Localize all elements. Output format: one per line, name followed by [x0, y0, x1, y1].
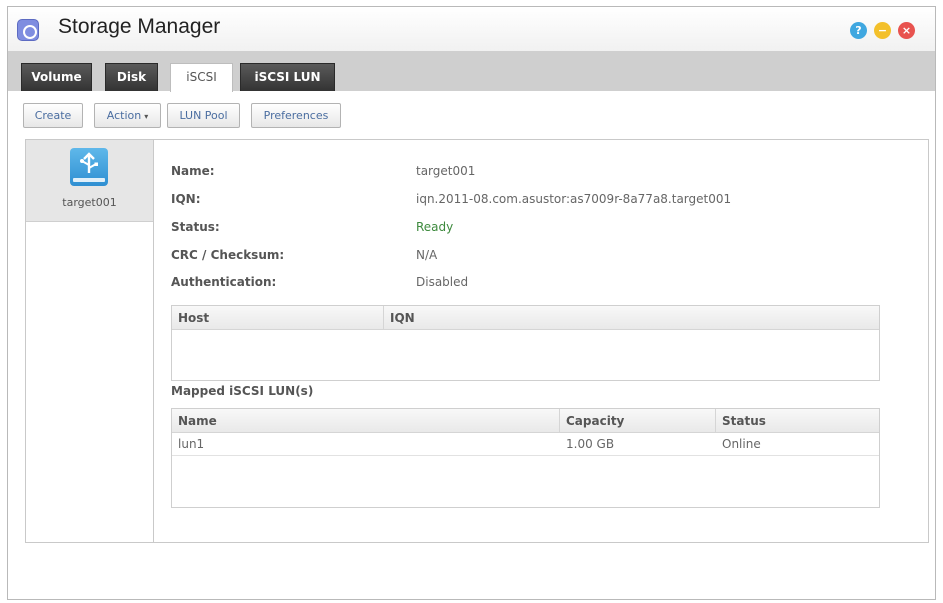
tab-disk[interactable]: Disk — [105, 63, 158, 91]
host-table[interactable]: Host IQN — [171, 305, 880, 381]
host-column-header[interactable]: Host — [172, 306, 384, 330]
tab-iscsi[interactable]: iSCSI — [170, 63, 233, 92]
lun-name-cell: lun1 — [178, 437, 205, 451]
storage-manager-app-icon — [17, 19, 39, 41]
table-row[interactable]: lun1 1.00 GB Online — [172, 433, 879, 456]
mapped-luns-table-header: Name Capacity Status — [172, 409, 879, 433]
target-details-panel: Name: target001 IQN: iqn.2011-08.com.asu… — [153, 139, 929, 543]
authentication-label: Authentication: — [171, 275, 277, 289]
window-title: Storage Manager — [58, 15, 221, 38]
tab-bar: Volume Disk iSCSI iSCSI LUN — [8, 51, 935, 92]
action-button-label: Action — [106, 109, 142, 122]
target-list: target001 — [25, 139, 153, 543]
tab-iscsi-lun[interactable]: iSCSI LUN — [240, 63, 335, 91]
crc-checksum-value: N/A — [416, 248, 438, 262]
help-icon[interactable]: ? — [850, 22, 867, 39]
lun-name-column-header[interactable]: Name — [172, 409, 560, 433]
close-icon[interactable]: × — [898, 22, 915, 39]
storage-manager-window: Storage Manager ? − × Volume Disk iSCSI … — [7, 6, 936, 600]
name-value: target001 — [416, 164, 476, 178]
chevron-down-icon: ▾ — [144, 112, 149, 121]
tab-volume[interactable]: Volume — [21, 63, 92, 91]
iqn-label: IQN: — [171, 192, 201, 206]
iqn-column-header[interactable]: IQN — [384, 306, 879, 330]
iqn-value: iqn.2011-08.com.asustor:as7009r-8a77a8.t… — [416, 192, 732, 206]
title-bar[interactable]: Storage Manager ? − × — [8, 7, 935, 51]
iscsi-target-icon — [70, 148, 108, 186]
status-label: Status: — [171, 220, 220, 234]
lun-status-column-header[interactable]: Status — [716, 409, 879, 433]
mapped-luns-table[interactable]: Name Capacity Status lun1 1.00 GB Online — [171, 408, 880, 508]
authentication-value: Disabled — [416, 275, 469, 289]
lun-status-cell: Online — [722, 437, 761, 451]
name-label: Name: — [171, 164, 215, 178]
lun-capacity-column-header[interactable]: Capacity — [560, 409, 716, 433]
minimize-icon[interactable]: − — [874, 22, 891, 39]
lun-pool-button[interactable]: LUN Pool — [167, 103, 240, 128]
status-value: Ready — [416, 220, 454, 234]
target-list-item-label: target001 — [62, 196, 117, 209]
toolbar: Create Action ▾ LUN Pool Preferences — [8, 91, 935, 137]
target-list-item[interactable]: target001 — [26, 140, 153, 222]
crc-checksum-label: CRC / Checksum: — [171, 248, 285, 262]
mapped-luns-title: Mapped iSCSI LUN(s) — [171, 384, 314, 398]
preferences-button[interactable]: Preferences — [251, 103, 341, 128]
create-button[interactable]: Create — [23, 103, 83, 128]
action-button[interactable]: Action ▾ — [94, 103, 161, 128]
lun-capacity-cell: 1.00 GB — [566, 437, 615, 451]
host-table-header: Host IQN — [172, 306, 879, 330]
